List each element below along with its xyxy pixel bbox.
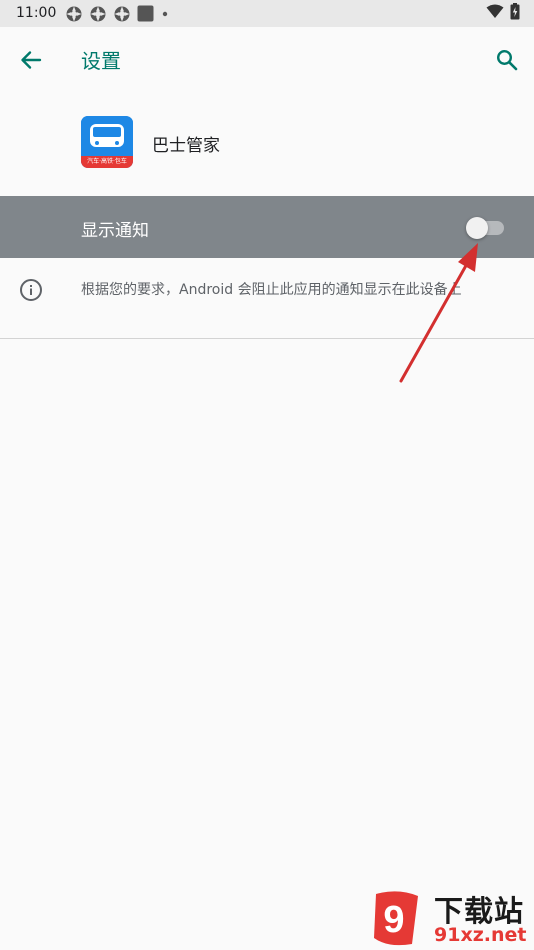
watermark: 9 下载站 91xz.net bbox=[368, 888, 532, 948]
bus-icon bbox=[81, 116, 133, 156]
search-button[interactable] bbox=[490, 43, 524, 77]
watermark-logo-text: 9 bbox=[383, 899, 404, 941]
watermark-url: 91xz.net bbox=[434, 924, 527, 946]
square-notification-icon bbox=[137, 5, 154, 22]
notification-icons bbox=[65, 5, 170, 22]
wifi-icon bbox=[486, 4, 504, 23]
show-notifications-label: 显示通知 bbox=[81, 221, 149, 241]
info-row: 根据您的要求，Android 会阻止此应用的通知显示在此设备上 bbox=[0, 258, 534, 338]
app-header: 汽车·高铁·包车 巴士管家 bbox=[0, 110, 534, 176]
app-notification-icon bbox=[113, 5, 131, 23]
watermark-logo: 9 bbox=[374, 891, 418, 946]
switch-thumb bbox=[466, 217, 488, 239]
info-icon bbox=[20, 279, 42, 301]
back-button[interactable] bbox=[14, 43, 48, 77]
show-notifications-switch[interactable] bbox=[466, 217, 504, 239]
app-name: 巴士管家 bbox=[152, 136, 220, 156]
app-bar: 设置 bbox=[0, 27, 534, 91]
app-icon-caption: 汽车·高铁·包车 bbox=[81, 156, 133, 168]
divider bbox=[0, 338, 534, 339]
info-text: 根据您的要求，Android 会阻止此应用的通知显示在此设备上 bbox=[81, 282, 462, 298]
search-icon bbox=[496, 49, 518, 71]
app-icon: 汽车·高铁·包车 bbox=[81, 116, 133, 168]
system-status-icons bbox=[486, 3, 520, 24]
show-notifications-row[interactable]: 显示通知 bbox=[0, 196, 534, 258]
arrow-left-icon bbox=[21, 51, 42, 69]
more-notifications-dot-icon bbox=[160, 5, 170, 22]
app-notification-icon bbox=[89, 5, 107, 23]
app-notification-icon bbox=[65, 5, 83, 23]
status-bar: 11:00 bbox=[0, 0, 534, 27]
status-time: 11:00 bbox=[16, 5, 57, 21]
page-title: 设置 bbox=[81, 49, 121, 73]
battery-charging-icon bbox=[510, 3, 520, 24]
